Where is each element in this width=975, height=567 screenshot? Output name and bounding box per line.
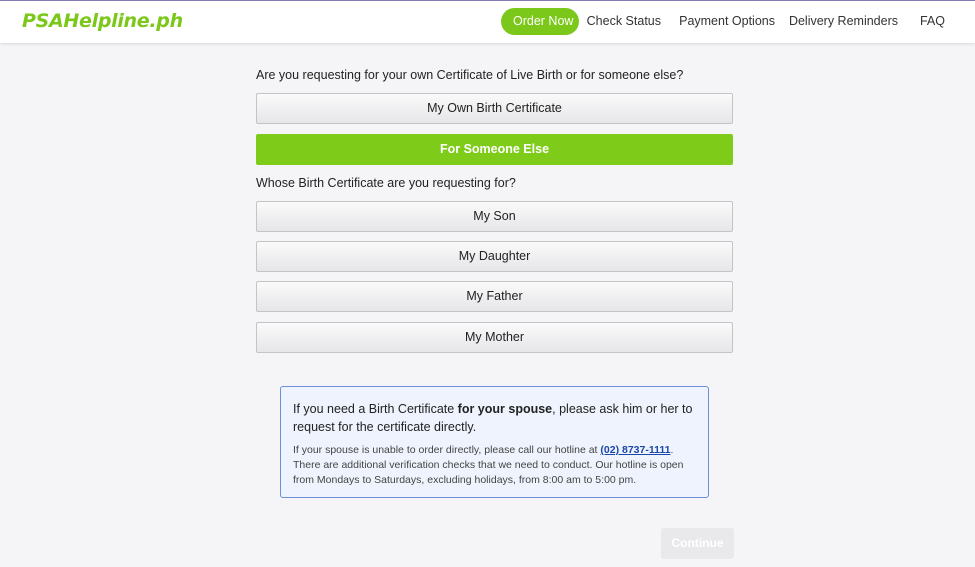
nav-delivery-reminders[interactable]: Delivery Reminders — [789, 8, 898, 35]
hotline-info-text: If your spouse is unable to order direct… — [293, 444, 684, 486]
question-whose-label: Whose Birth Certificate are you requesti… — [256, 176, 516, 190]
spouse-info-box: If you need a Birth Certificate for your… — [280, 386, 709, 498]
continue-button[interactable]: Continue — [661, 528, 734, 559]
my-father-button[interactable]: My Father — [256, 281, 733, 312]
nav-check-status[interactable]: Check Status — [587, 8, 661, 35]
spouse-emphasis: for your spouse — [457, 402, 553, 416]
question-own-or-else-label: Are you requesting for your own Certific… — [256, 68, 684, 82]
someone-else-button[interactable]: For Someone Else — [256, 134, 733, 165]
hotline-link[interactable]: (02) 8737-1111 — [600, 444, 670, 456]
nav-payment-options[interactable]: Payment Options — [679, 8, 775, 35]
spouse-info-text: If you need a Birth Certificate for your… — [293, 402, 693, 434]
own-birth-certificate-button[interactable]: My Own Birth Certificate — [256, 93, 733, 124]
my-son-button[interactable]: My Son — [256, 201, 733, 232]
nav-order-now[interactable]: Order Now — [501, 8, 579, 35]
nav-faq[interactable]: FAQ — [920, 8, 945, 35]
my-daughter-button[interactable]: My Daughter — [256, 241, 733, 272]
my-mother-button[interactable]: My Mother — [256, 322, 733, 353]
site-header: PSAHelpline.ph Order Now Check Status Pa… — [0, 1, 975, 43]
site-logo[interactable]: PSAHelpline.ph — [22, 10, 183, 32]
